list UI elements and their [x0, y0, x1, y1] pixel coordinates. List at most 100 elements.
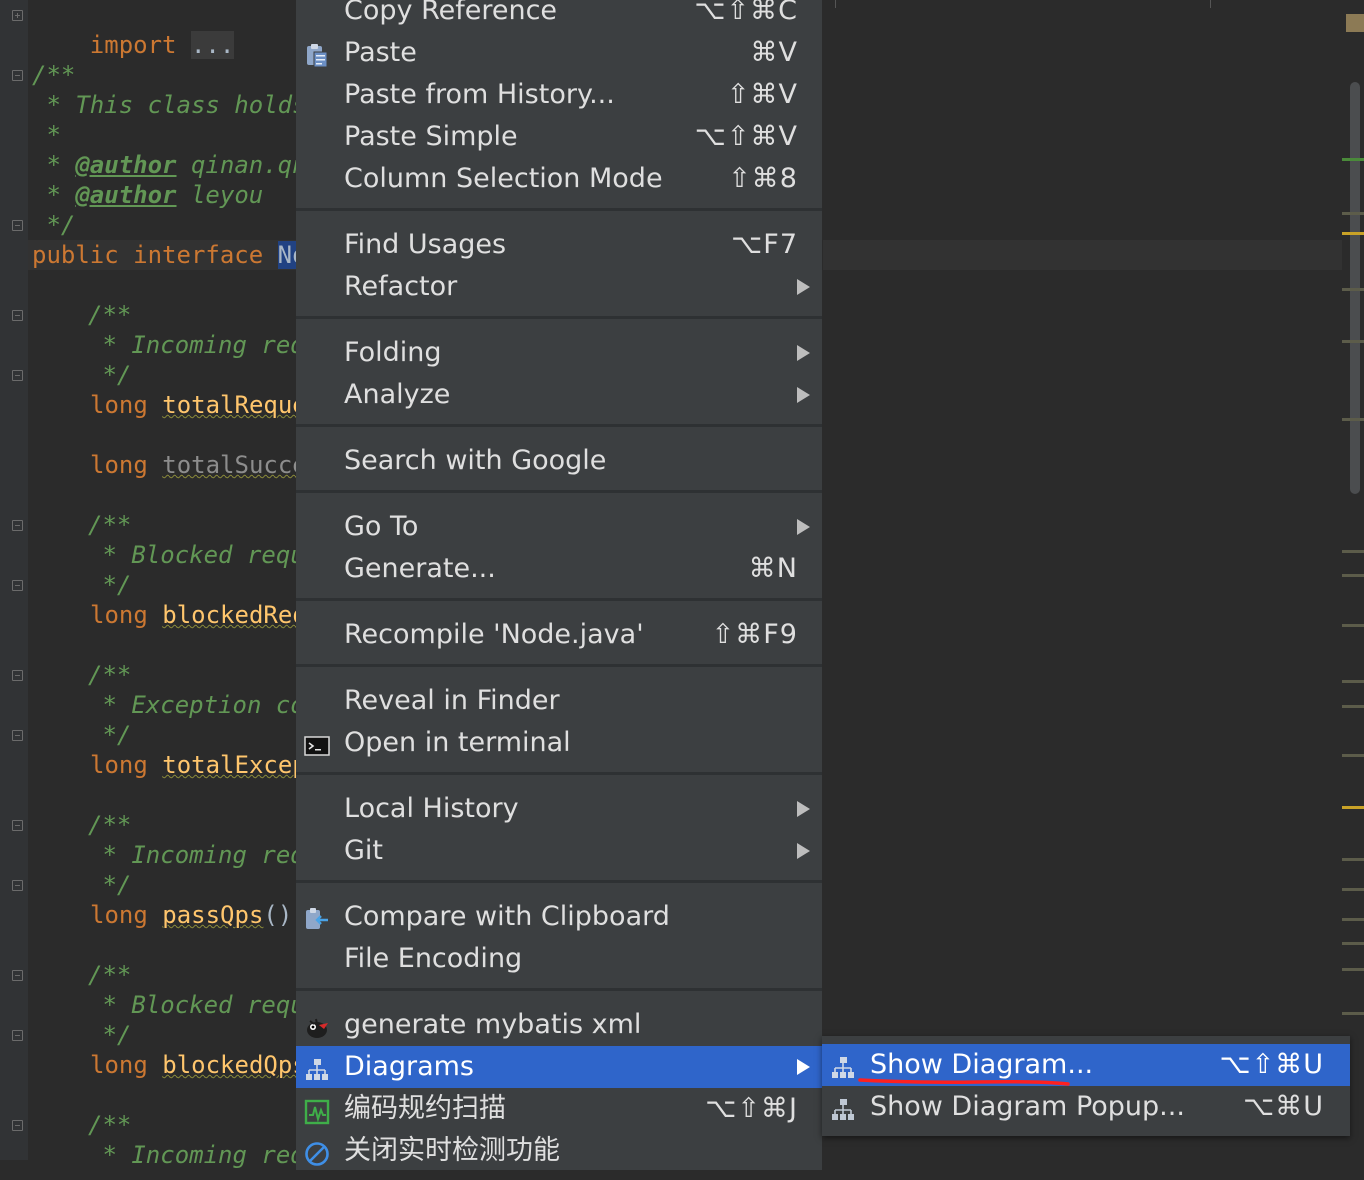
menu-item-label: Compare with Clipboard	[344, 901, 670, 932]
stripe-mark[interactable]	[1342, 288, 1364, 291]
stripe-mark[interactable]	[1342, 212, 1364, 215]
menu-item-generate[interactable]: Generate... ⌘N	[296, 548, 822, 590]
method-name[interactable]: passQps	[162, 901, 263, 929]
menu-item-label: Analyze	[344, 379, 451, 410]
stripe-mark[interactable]	[1342, 418, 1364, 421]
code-line: */	[88, 361, 132, 389]
code-line: * Blocked requ	[88, 541, 305, 569]
method-name[interactable]: blockedReq	[162, 601, 307, 629]
terminal-icon	[304, 730, 330, 756]
stripe-mark[interactable]	[1342, 806, 1364, 809]
menu-item-disable-realtime-check[interactable]: 关闭实时检测功能	[296, 1130, 822, 1172]
stripe-mark[interactable]	[1342, 158, 1364, 161]
code-token: *	[32, 151, 76, 179]
menu-item-diagrams[interactable]: Diagrams	[296, 1046, 822, 1088]
menu-item-label: Generate...	[344, 553, 496, 584]
menu-item-paste[interactable]: Paste ⌘V	[296, 32, 822, 74]
code-line: *	[32, 121, 61, 149]
editor-context-menu: Copy Reference ⌥⇧⌘C Paste ⌘V Paste from …	[296, 0, 823, 1170]
fold-collapse-icon[interactable]	[12, 520, 23, 531]
stripe-mark[interactable]	[1342, 1012, 1364, 1015]
menu-separator	[296, 490, 822, 493]
method-name[interactable]: blockedQps	[162, 1051, 307, 1079]
code-line: * @author leyou	[32, 180, 263, 210]
fold-end-icon[interactable]	[12, 580, 23, 591]
mybatis-bird-icon	[304, 1012, 330, 1038]
menu-item-label: Git	[344, 835, 384, 866]
menu-item-refactor[interactable]: Refactor	[296, 266, 822, 308]
fold-end-icon[interactable]	[12, 370, 23, 381]
method-name[interactable]: totalSucce	[162, 451, 307, 479]
stripe-mark[interactable]	[1342, 918, 1364, 921]
editor-gutter	[0, 0, 28, 1160]
fold-collapse-icon[interactable]	[12, 70, 23, 81]
stripe-mark[interactable]	[1342, 858, 1364, 861]
code-line: * Incoming req	[88, 841, 305, 869]
menu-item-find-usages[interactable]: Find Usages ⌥F7	[296, 224, 822, 266]
inspection-status-icon[interactable]	[1346, 14, 1364, 32]
method-name[interactable]: totalExcep	[162, 751, 307, 779]
stripe-mark[interactable]	[1342, 942, 1364, 945]
code-line: * @author qinan.qn	[32, 150, 306, 180]
fold-collapse-icon[interactable]	[12, 820, 23, 831]
fold-end-icon[interactable]	[12, 730, 23, 741]
menu-item-label: 关闭实时检测功能	[344, 1135, 560, 1166]
code-line: */	[32, 211, 76, 239]
menu-item-generate-mybatis-xml[interactable]: generate mybatis xml	[296, 1004, 822, 1046]
menu-item-file-encoding[interactable]: File Encoding	[296, 938, 822, 980]
menu-item-reveal-in-finder[interactable]: Reveal in Finder	[296, 680, 822, 722]
stripe-mark[interactable]	[1342, 574, 1364, 577]
fold-end-icon[interactable]	[12, 1030, 23, 1041]
stripe-mark[interactable]	[1342, 624, 1364, 627]
code-line: long blockedQps	[90, 1050, 307, 1080]
code-token: long	[90, 1051, 163, 1079]
menu-item-code-scan[interactable]: 编码规约扫描 ⌥⇧⌘J	[296, 1088, 822, 1130]
menu-item-copy-reference[interactable]: Copy Reference ⌥⇧⌘C	[296, 0, 822, 32]
menu-item-recompile[interactable]: Recompile 'Node.java' ⇧⌘F9	[296, 614, 822, 656]
menu-item-open-in-terminal[interactable]: Open in terminal	[296, 722, 822, 764]
menu-separator	[296, 316, 822, 319]
fold-end-icon[interactable]	[12, 880, 23, 891]
menu-item-paste-simple[interactable]: Paste Simple ⌥⇧⌘V	[296, 116, 822, 158]
folded-imports[interactable]: ...	[190, 31, 235, 59]
stripe-mark[interactable]	[1342, 340, 1364, 343]
menu-item-shortcut: ⇧⌘V	[726, 79, 798, 110]
fold-collapse-icon[interactable]	[12, 1120, 23, 1131]
fold-collapse-icon[interactable]	[12, 670, 23, 681]
stripe-mark[interactable]	[1342, 680, 1364, 683]
fold-collapse-icon[interactable]	[12, 310, 23, 321]
menu-item-label: File Encoding	[344, 943, 523, 974]
code-line: * Exception co	[88, 691, 305, 719]
stripe-mark[interactable]	[1342, 968, 1364, 971]
code-line: * Blocked requ	[88, 991, 305, 1019]
code-line: long totalReque	[90, 390, 307, 420]
stripe-mark[interactable]	[1342, 888, 1364, 891]
menu-item-paste-from-history[interactable]: Paste from History... ⇧⌘V	[296, 74, 822, 116]
method-name[interactable]: totalReque	[162, 391, 307, 419]
code-token: public	[32, 241, 119, 269]
stripe-mark[interactable]	[1342, 705, 1364, 708]
menu-item-label: Diagrams	[344, 1051, 474, 1082]
menu-item-analyze[interactable]: Analyze	[296, 374, 822, 416]
fold-expand-icon[interactable]	[12, 10, 23, 21]
fold-end-icon[interactable]	[12, 220, 23, 231]
menu-item-search-with-google[interactable]: Search with Google	[296, 440, 822, 482]
menu-item-compare-with-clipboard[interactable]: Compare with Clipboard	[296, 896, 822, 938]
menu-item-column-selection-mode[interactable]: Column Selection Mode ⇧⌘8	[296, 158, 822, 200]
menu-item-shortcut: ⌥⇧⌘U	[1219, 1049, 1324, 1080]
menu-item-label: Refactor	[344, 271, 458, 302]
diagram-icon	[830, 1052, 856, 1078]
menu-item-local-history[interactable]: Local History	[296, 788, 822, 830]
code-line: long totalExcep	[90, 750, 307, 780]
menu-item-shortcut: ⇧⌘F9	[711, 619, 798, 650]
menu-separator	[296, 424, 822, 427]
menu-item-show-diagram-popup[interactable]: Show Diagram Popup... ⌥⌘U	[822, 1086, 1350, 1128]
stripe-mark[interactable]	[1342, 232, 1364, 235]
fold-collapse-icon[interactable]	[12, 970, 23, 981]
menu-item-go-to[interactable]: Go To	[296, 506, 822, 548]
stripe-mark[interactable]	[1342, 550, 1364, 553]
menu-item-git[interactable]: Git	[296, 830, 822, 872]
stripe-mark[interactable]	[1342, 754, 1364, 757]
code-line: /**	[88, 961, 132, 989]
menu-item-folding[interactable]: Folding	[296, 332, 822, 374]
